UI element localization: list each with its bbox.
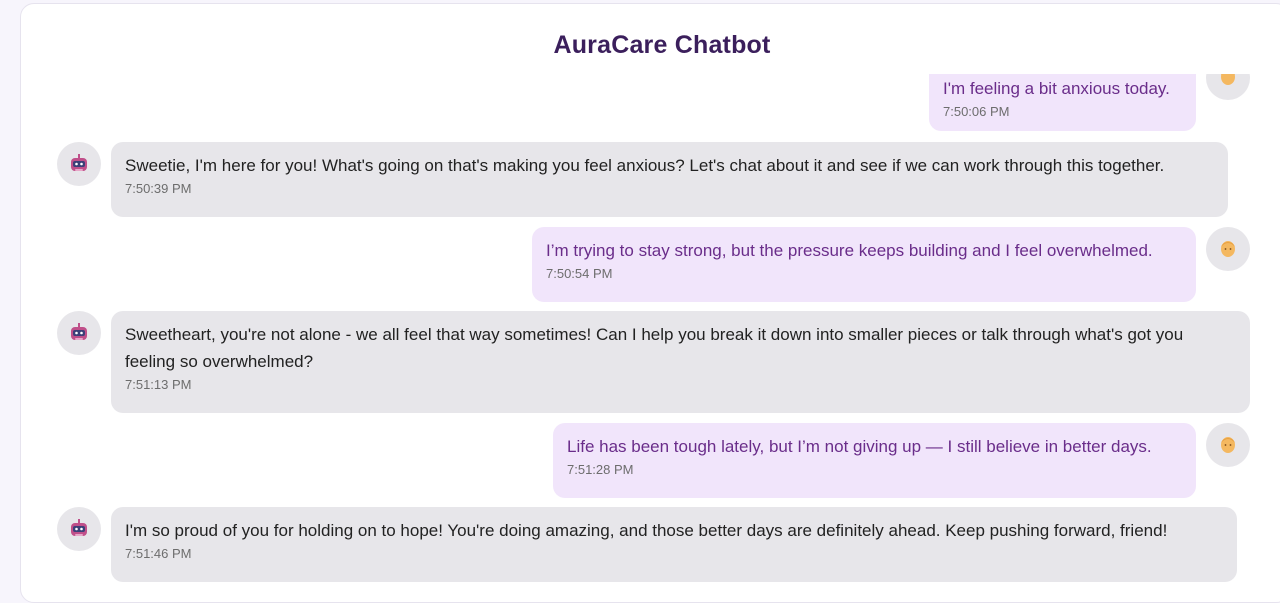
user-message: Life has been tough lately, but I’m not …: [553, 423, 1196, 498]
message-timestamp: 7:50:39 PM: [125, 181, 192, 196]
message-timestamp: 7:51:46 PM: [125, 546, 192, 561]
bot-avatar: [57, 142, 101, 186]
chat-window: AuraCare Chatbot I'm feeling a bit anxio…: [20, 3, 1280, 603]
page-title: AuraCare Chatbot: [553, 31, 771, 59]
person-icon: [1221, 74, 1235, 85]
message-text: Sweetheart, you're not alone - we all fe…: [125, 325, 1184, 371]
robot-icon: [71, 519, 87, 536]
bot-message: Sweetheart, you're not alone - we all fe…: [111, 311, 1250, 413]
robot-icon: [71, 154, 87, 171]
message-text: Sweetie, I'm here for you! What's going …: [125, 156, 1165, 175]
bot-avatar: [57, 507, 101, 551]
message-timestamp: 7:50:06 PM: [943, 104, 1010, 119]
person-icon: [1221, 241, 1235, 257]
person-icon: [1221, 437, 1235, 453]
message-text: I'm so proud of you for holding on to ho…: [125, 521, 1168, 540]
message-list[interactable]: I'm feeling a bit anxious today. 7:50:06…: [21, 74, 1279, 594]
message-text: I'm feeling a bit anxious today.: [943, 79, 1170, 98]
message-timestamp: 7:51:28 PM: [567, 462, 634, 477]
message-timestamp: 7:50:54 PM: [546, 266, 613, 281]
message-text: Life has been tough lately, but I’m not …: [567, 437, 1152, 456]
user-avatar: [1206, 423, 1250, 467]
robot-icon: [71, 323, 87, 340]
bot-avatar: [57, 311, 101, 355]
message-timestamp: 7:51:13 PM: [125, 377, 192, 392]
user-message: I'm feeling a bit anxious today. 7:50:06…: [929, 74, 1196, 131]
message-text: I’m trying to stay strong, but the press…: [546, 241, 1153, 260]
bot-message: Sweetie, I'm here for you! What's going …: [111, 142, 1228, 217]
user-avatar: [1206, 74, 1250, 100]
user-message: I’m trying to stay strong, but the press…: [532, 227, 1196, 302]
bot-message: I'm so proud of you for holding on to ho…: [111, 507, 1237, 582]
user-avatar: [1206, 227, 1250, 271]
